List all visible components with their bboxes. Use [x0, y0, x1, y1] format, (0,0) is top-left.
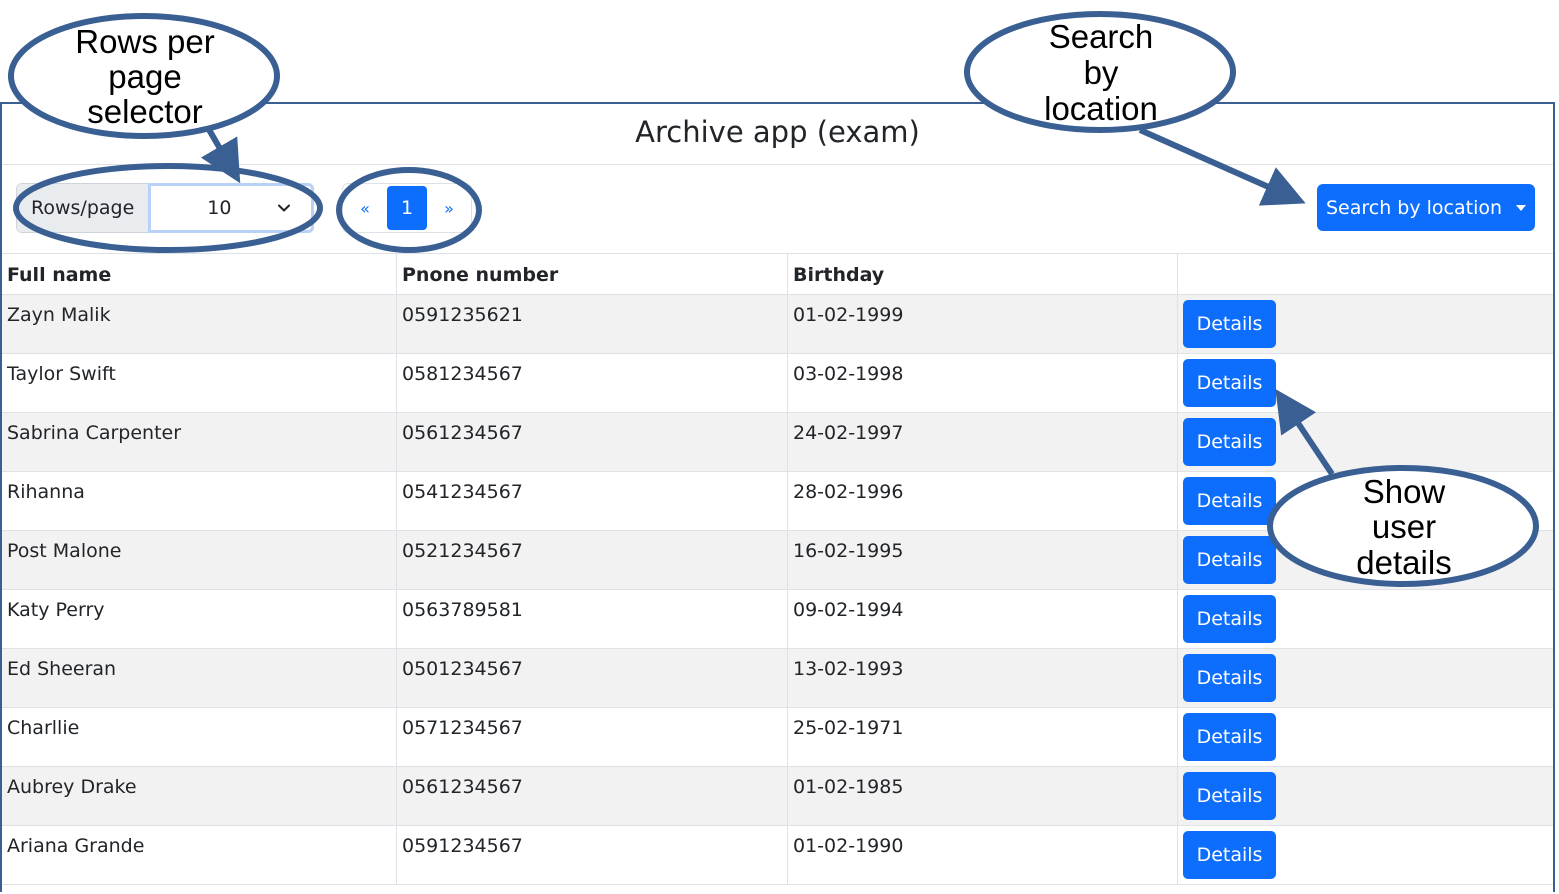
cell-birthday: 03-02-1998 — [787, 353, 1178, 413]
cell-birthday: 01-02-1990 — [787, 825, 1178, 885]
details-button[interactable]: Details — [1183, 595, 1276, 643]
column-header-birthday: Birthday — [787, 254, 1178, 295]
rows-per-page-select[interactable]: 10 — [148, 183, 315, 233]
cell-actions: Details — [1177, 294, 1553, 354]
cell-full-name: Ariana Grande — [2, 825, 397, 885]
toolbar: Rows/page 10 « 1 » Search by location — [2, 165, 1553, 254]
cell-phone: 0591235621 — [396, 294, 788, 354]
app-header: Archive app (exam) — [2, 104, 1553, 165]
details-button[interactable]: Details — [1183, 477, 1276, 525]
users-table: Full name Pnone number Birthday Zayn Mal… — [2, 254, 1553, 885]
cell-full-name: Ed Sheeran — [2, 648, 397, 708]
rows-per-page-value: 10 — [207, 197, 232, 219]
cell-phone: 0501234567 — [396, 648, 788, 708]
column-header-actions — [1177, 254, 1553, 295]
table-row: Post Malone 0521234567 16-02-1995 Detail… — [2, 530, 1553, 590]
cell-actions: Details — [1177, 589, 1553, 649]
table-row: Ed Sheeran 0501234567 13-02-1993 Details — [2, 648, 1553, 708]
cell-phone: 0591234567 — [396, 825, 788, 885]
cell-full-name: Katy Perry — [2, 589, 397, 649]
details-button[interactable]: Details — [1183, 654, 1276, 702]
cell-full-name: Zayn Malik — [2, 294, 397, 354]
cell-actions: Details — [1177, 707, 1553, 767]
rows-per-page-group: Rows/page 10 — [16, 183, 315, 233]
cell-full-name: Rihanna — [2, 471, 397, 531]
callout-text-rows-line1: Rows per — [75, 23, 214, 60]
table-header-row: Full name Pnone number Birthday — [2, 254, 1553, 295]
search-by-location-label: Search by location — [1325, 196, 1503, 219]
app-window: Archive app (exam) Rows/page 10 « 1 » Se… — [0, 102, 1555, 892]
cell-phone: 0561234567 — [396, 766, 788, 826]
details-button[interactable]: Details — [1183, 713, 1276, 761]
callout-text-search-line2: by — [1084, 54, 1119, 91]
cell-actions: Details — [1177, 766, 1553, 826]
cell-actions: Details — [1177, 412, 1553, 472]
cell-full-name: Post Malone — [2, 530, 397, 590]
table-row: Aubrey Drake 0561234567 01-02-1985 Detai… — [2, 766, 1553, 826]
cell-phone: 0521234567 — [396, 530, 788, 590]
cell-actions: Details — [1177, 825, 1553, 885]
cell-birthday: 28-02-1996 — [787, 471, 1178, 531]
cell-full-name: Aubrey Drake — [2, 766, 397, 826]
pagination-prev-button[interactable]: « — [343, 185, 387, 231]
search-by-location-button[interactable]: Search by location — [1317, 184, 1535, 231]
cell-phone: 0561234567 — [396, 412, 788, 472]
cell-birthday: 13-02-1993 — [787, 648, 1178, 708]
cell-actions: Details — [1177, 353, 1553, 413]
cell-full-name: Sabrina Carpenter — [2, 412, 397, 472]
table-row: Ariana Grande 0591234567 01-02-1990 Deta… — [2, 825, 1553, 885]
details-button[interactable]: Details — [1183, 418, 1276, 466]
table-row: Charllie 0571234567 25-02-1971 Details — [2, 707, 1553, 767]
cell-birthday: 01-02-1999 — [787, 294, 1178, 354]
pagination: « 1 » — [342, 183, 472, 233]
details-button[interactable]: Details — [1183, 772, 1276, 820]
caret-down-icon — [1516, 204, 1527, 211]
details-button[interactable]: Details — [1183, 359, 1276, 407]
cell-actions: Details — [1177, 530, 1553, 590]
cell-phone: 0581234567 — [396, 353, 788, 413]
callout-text-rows-line2: page — [108, 58, 181, 95]
details-button[interactable]: Details — [1183, 831, 1276, 879]
cell-actions: Details — [1177, 471, 1553, 531]
table-row: Zayn Malik 0591235621 01-02-1999 Details — [2, 294, 1553, 354]
table-row: Katy Perry 0563789581 09-02-1994 Details — [2, 589, 1553, 649]
details-button[interactable]: Details — [1183, 300, 1276, 348]
cell-phone: 0563789581 — [396, 589, 788, 649]
rows-per-page-label: Rows/page — [17, 184, 150, 232]
table-row: Rihanna 0541234567 28-02-1996 Details — [2, 471, 1553, 531]
cell-full-name: Charllie — [2, 707, 397, 767]
cell-birthday: 09-02-1994 — [787, 589, 1178, 649]
cell-birthday: 01-02-1985 — [787, 766, 1178, 826]
cell-actions: Details — [1177, 648, 1553, 708]
table-row: Sabrina Carpenter 0561234567 24-02-1997 … — [2, 412, 1553, 472]
cell-phone: 0571234567 — [396, 707, 788, 767]
chevron-down-icon — [278, 204, 291, 212]
cell-phone: 0541234567 — [396, 471, 788, 531]
column-header-full-name: Full name — [2, 254, 397, 295]
cell-full-name: Taylor Swift — [2, 353, 397, 413]
details-button[interactable]: Details — [1183, 536, 1276, 584]
callout-text-search-line1: Search — [1049, 18, 1154, 55]
pagination-page-button[interactable]: 1 — [387, 186, 427, 230]
pagination-next-button[interactable]: » — [427, 185, 471, 231]
cell-birthday: 16-02-1995 — [787, 530, 1178, 590]
page-title: Archive app (exam) — [635, 115, 920, 149]
table-row: Taylor Swift 0581234567 03-02-1998 Detai… — [2, 353, 1553, 413]
cell-birthday: 24-02-1997 — [787, 412, 1178, 472]
column-header-phone: Pnone number — [396, 254, 788, 295]
cell-birthday: 25-02-1971 — [787, 707, 1178, 767]
